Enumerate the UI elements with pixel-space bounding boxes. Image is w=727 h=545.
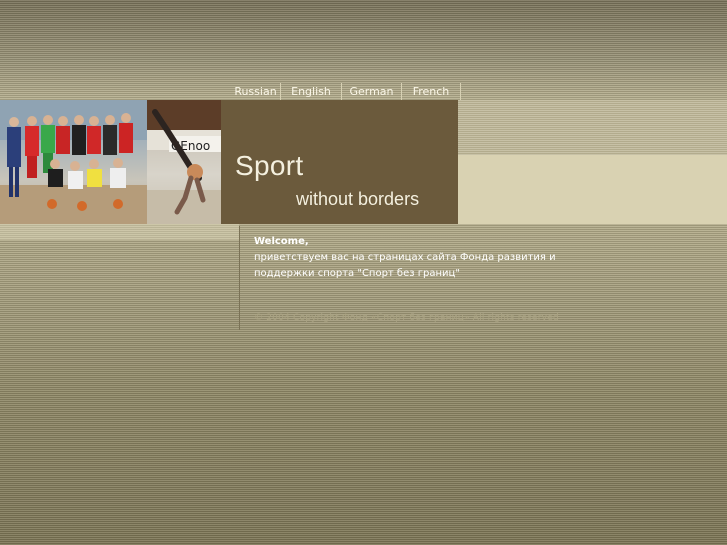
gymnast-photo-illustration: GEnoo [147, 100, 221, 224]
header-stripe-lower [458, 155, 727, 224]
left-panel [0, 224, 239, 240]
team-photo-illustration [0, 100, 147, 224]
site-subtitle: without borders [296, 189, 420, 209]
team-photo [0, 100, 147, 224]
welcome-heading: Welcome, [254, 236, 309, 247]
lang-link-russian[interactable]: Russian [231, 83, 281, 100]
site-title: Sport [235, 150, 304, 181]
language-nav: Russian English German French [231, 83, 461, 100]
welcome-text-line-2: поддержки спорта "Спорт без границ" [254, 268, 460, 279]
welcome-section: Welcome, приветствуем вас на страницах с… [254, 234, 574, 282]
site-title-block: Sport without borders [221, 100, 458, 224]
copyright-text: © 2004 Copyright Фонд «Спорт без границ»… [254, 313, 559, 323]
gymnast-photo: GEnoo [147, 100, 221, 224]
welcome-text-line-1: приветствуем вас на страницах сайта Фонд… [254, 252, 556, 263]
content-divider [239, 226, 240, 330]
lang-link-french[interactable]: French [402, 83, 461, 100]
lang-link-german[interactable]: German [342, 83, 402, 100]
lang-link-english[interactable]: English [281, 83, 342, 100]
header-stripe-upper [458, 100, 727, 155]
